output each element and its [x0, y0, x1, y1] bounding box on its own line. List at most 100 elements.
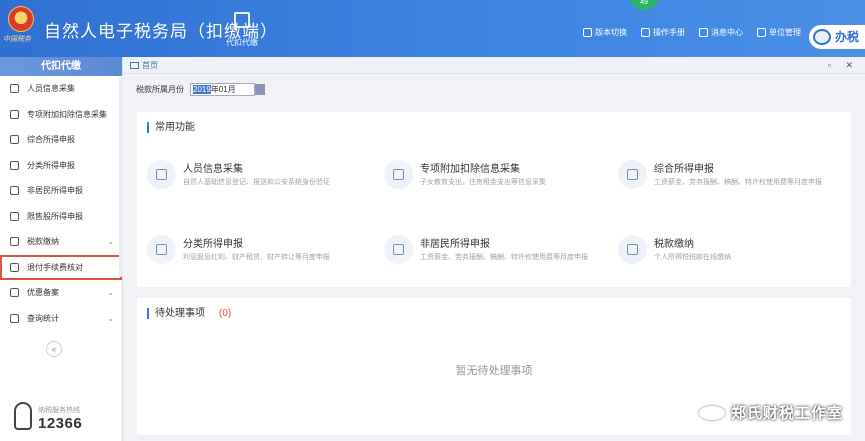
nav-withholding[interactable]: 代扣代缴	[221, 12, 263, 50]
card-payment[interactable]: 税款缴纳 个人所得税税款在线缴纳	[612, 229, 832, 273]
empty-state: 暂无待处理事项	[455, 365, 533, 377]
card-desc: 工资薪金、劳务报酬、稿酬、特许权使用费等月度申报	[654, 179, 822, 186]
sidebar-item-label: 查询统计	[27, 313, 59, 323]
sidebar-item-comprehensive[interactable]: 综合所得申报	[0, 127, 122, 153]
card-desc: 子女教育支出，住房租金支出等信息采集	[420, 179, 546, 186]
card-title: 人员信息采集	[183, 164, 243, 175]
folder-icon	[10, 288, 19, 298]
switch-icon	[583, 28, 592, 37]
sidebar-item-label: 人员信息采集	[27, 84, 75, 94]
watermark-text: 郑氏财税工作室	[730, 405, 843, 422]
sidebar-item-label: 退付手续费核对	[27, 262, 83, 272]
sidebar: 代扣代缴 人员信息采集 专项附加扣除信息采集 综合所得申报 分类所得申报 非居民…	[0, 57, 123, 441]
wechat-icon	[698, 406, 725, 420]
tool-label: 消息中心	[711, 28, 743, 37]
sidebar-scrollbar[interactable]	[119, 77, 123, 277]
edit-icon	[384, 235, 413, 264]
period-input[interactable]: 2019年01月	[190, 83, 255, 96]
sidebar-item-query[interactable]: 查询统计 ⌄	[0, 306, 122, 332]
sidebar-item-nonresident[interactable]: 非居民所得申报	[0, 178, 122, 204]
bar-chart-icon	[10, 211, 19, 221]
card-desc: 利息股息红利、财产租赁、财产转让等月度申报	[183, 254, 330, 261]
manual-icon	[641, 28, 650, 37]
sidebar-collapse-button[interactable]: «	[46, 341, 62, 357]
sidebar-item-refund-fee[interactable]: 退付手续费核对	[0, 254, 122, 280]
card-comprehensive[interactable]: 综合所得申报 工资薪金、劳务报酬、稿酬、特许权使用费等月度申报	[612, 154, 832, 198]
sidebar-item-label: 税款缴纳	[27, 237, 59, 247]
search-list-icon	[10, 313, 19, 323]
sidebar-item-label: 优惠备案	[27, 288, 59, 298]
sidebar-item-payment[interactable]: 税款缴纳 ⌄	[0, 229, 122, 255]
id-card-icon	[147, 160, 176, 189]
chevron-down-icon: ⌄	[107, 288, 114, 297]
message-center-button[interactable]: 消息中心	[699, 27, 743, 38]
tool-label: 单位管理	[769, 28, 801, 37]
tax-emblem-icon	[8, 6, 34, 32]
app-header: 中国税务 自然人电子税务局（扣缴端） 代扣代缴 49 版本切换 操作手册 消息中…	[0, 0, 865, 57]
tab-bar: 首页 ▫ ✕	[124, 57, 865, 74]
version-switch-button[interactable]: 版本切换	[583, 27, 627, 38]
sidebar-item-special-deduction[interactable]: 专项附加扣除信息采集	[0, 102, 122, 128]
sidebar-item-label: 非居民所得申报	[27, 186, 83, 196]
document-icon	[10, 262, 19, 272]
watermark: 郑氏财税工作室	[698, 402, 843, 423]
pending-count: (0)	[219, 308, 232, 319]
card-title: 分类所得申报	[183, 239, 243, 250]
sidebar-item-preferential[interactable]: 优惠备案 ⌄	[0, 280, 122, 306]
grid-icon	[10, 109, 19, 119]
form-icon	[384, 160, 413, 189]
mail-icon	[699, 28, 708, 37]
tax-hall-label: 办税	[835, 30, 860, 44]
edit-icon	[147, 235, 176, 264]
sidebar-header: 代扣代缴	[0, 57, 122, 76]
period-label: 税款所属月份	[136, 85, 184, 94]
sidebar-item-label: 专项附加扣除信息采集	[27, 109, 107, 119]
chevron-down-icon: ⌄	[107, 313, 114, 323]
manual-button[interactable]: 操作手册	[641, 27, 685, 38]
header-toolbar: 版本切换 操作手册 消息中心 单位管理	[583, 27, 801, 38]
user-icon	[10, 186, 19, 196]
card-special-deduction[interactable]: 专项附加扣除信息采集 子女教育支出，住房租金支出等信息采集	[378, 154, 598, 198]
unit-manage-button[interactable]: 单位管理	[757, 27, 801, 38]
sidebar-item-label: 综合所得申报	[27, 135, 75, 145]
hotline-number: 12366	[38, 415, 83, 432]
tool-label: 操作手册	[653, 28, 685, 37]
calendar-dropdown-button[interactable]	[255, 84, 265, 95]
sidebar-item-classified[interactable]: 分类所得申报	[0, 153, 122, 179]
hotline-label: 纳税服务热线	[38, 407, 80, 414]
tax-hall-button[interactable]: 办税	[809, 25, 865, 49]
sidebar-item-restricted-shares[interactable]: 限售股所得申报	[0, 204, 122, 230]
card-desc: 个人所得税税款在线缴纳	[654, 254, 731, 261]
common-functions-panel: 常用功能 人员信息采集 自然人基础信息登记、报送和公安系统身份验证 专项附加扣除…	[137, 112, 851, 287]
card-classified[interactable]: 分类所得申报 利息股息红利、财产租赁、财产转让等月度申报	[141, 229, 361, 273]
card-title: 税款缴纳	[654, 239, 694, 250]
pie-icon	[10, 160, 19, 170]
layers-icon	[10, 135, 19, 145]
emblem-text: 中国税务	[3, 36, 31, 43]
card-title: 专项附加扣除信息采集	[420, 164, 520, 175]
home-icon	[130, 62, 139, 69]
folder-icon	[10, 237, 19, 247]
payment-icon	[618, 235, 647, 264]
card-desc: 工资薪金、劳务报酬、稿酬、特许权使用费等月度申报	[420, 254, 588, 261]
notification-badge[interactable]: 49	[628, 0, 660, 10]
card-nonresident[interactable]: 非居民所得申报 工资薪金、劳务报酬、稿酬、特许权使用费等月度申报	[378, 229, 598, 273]
tool-label: 版本切换	[595, 28, 627, 37]
pending-title-text: 待处理事项	[155, 308, 205, 319]
phone-icon	[14, 402, 32, 430]
sidebar-item-label: 分类所得申报	[27, 160, 75, 170]
card-title: 非居民所得申报	[420, 239, 490, 250]
window-controls[interactable]: ▫ ✕	[828, 60, 859, 71]
sidebar-item-personnel[interactable]: 人员信息采集	[0, 76, 122, 102]
calculator-icon	[234, 12, 250, 28]
tab-home[interactable]: 首页	[130, 60, 158, 71]
nav-withholding-label: 代扣代缴	[226, 38, 258, 47]
chat-bubble-icon	[813, 29, 831, 45]
period-rest: 年01月	[210, 85, 236, 94]
person-icon	[10, 84, 19, 94]
card-desc: 自然人基础信息登记、报送和公安系统身份验证	[183, 179, 330, 186]
sidebar-item-label: 限售股所得申报	[27, 211, 83, 221]
card-personnel[interactable]: 人员信息采集 自然人基础信息登记、报送和公安系统身份验证	[141, 154, 361, 198]
card-title: 综合所得申报	[654, 164, 714, 175]
period-selector: 税款所属月份 2019年01月	[136, 83, 265, 96]
